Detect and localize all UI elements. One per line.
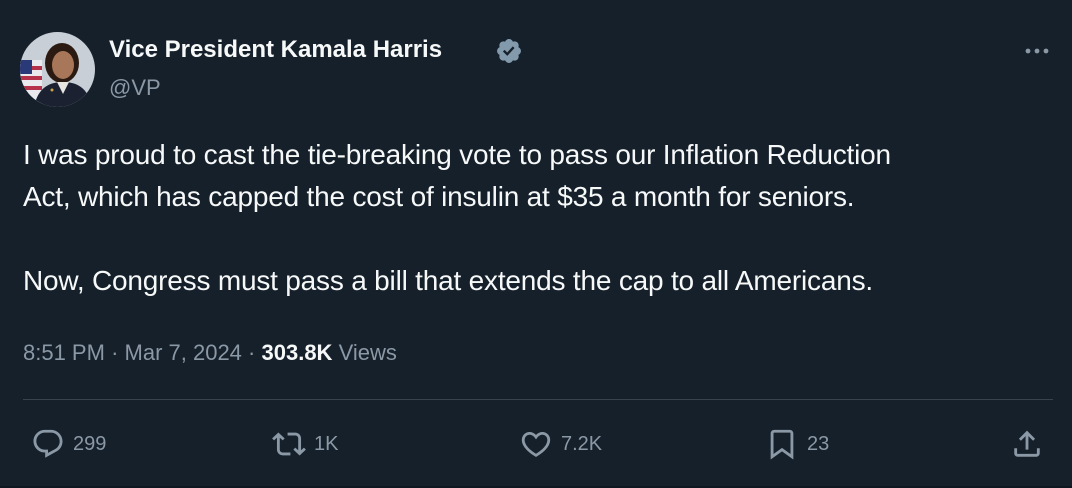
reply-icon [33,429,63,458]
repost-count: 1K [314,433,339,455]
bookmark-button[interactable]: 23 [765,424,829,464]
views-count[interactable]: 303.8K [262,340,333,365]
divider [23,399,1053,400]
tweet-line: Now, Congress must pass a bill that exte… [23,265,873,296]
views-label[interactable]: Views [339,340,397,365]
tweet-time[interactable]: 8:51 PM [23,340,105,365]
display-name[interactable]: Vice President Kamala Harris [109,35,442,65]
meta-separator: · [248,340,256,365]
bookmark-count: 23 [807,433,830,455]
handle[interactable]: @VP [109,74,161,102]
tweet-date[interactable]: Mar 7, 2024 [125,340,242,365]
repost-button[interactable]: 1K [272,424,338,464]
repost-icon [272,432,306,456]
meta-separator: · [111,340,119,365]
avatar[interactable] [20,32,95,107]
share-button[interactable] [1010,424,1052,464]
like-count: 7.2K [561,433,603,455]
share-icon [1014,430,1040,457]
tweet-text: I was proud to cast the tie-breaking vot… [23,134,1053,302]
verified-badge-icon[interactable] [495,37,523,65]
bookmark-icon [770,429,794,460]
tweet-meta: 8:51 PM · Mar 7, 2024 · 303.8K Views [23,338,397,368]
more-options-icon[interactable] [1022,38,1052,64]
reply-button[interactable]: 299 [31,424,106,464]
tweet-line: I was proud to cast the tie-breaking vot… [23,139,891,170]
heart-icon [521,431,551,457]
like-button[interactable]: 7.2K [519,424,602,464]
tweet-line: Act, which has capped the cost of insuli… [23,181,855,212]
reply-count: 299 [73,433,107,455]
avatar-photo [20,32,95,107]
